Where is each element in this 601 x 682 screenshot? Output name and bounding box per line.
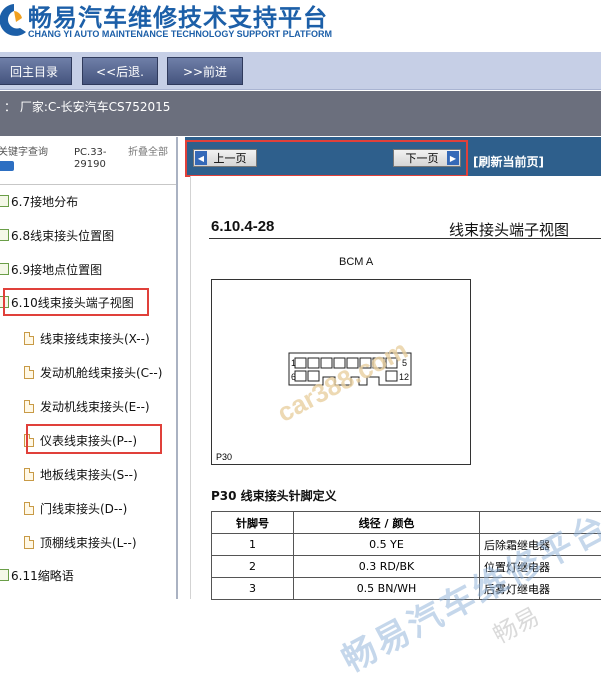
tab-keyword-label: 关键字查询 — [0, 147, 48, 158]
folder-icon — [0, 263, 9, 275]
refresh-page-link[interactable]: [刷新当前页] — [473, 153, 544, 170]
pin-number: 1 — [212, 534, 294, 556]
pin-number: 2 — [212, 556, 294, 578]
brand-logo-icon — [0, 2, 28, 42]
tree-item-label: 6.11缩略语 — [11, 567, 74, 584]
tree-item-grounding[interactable]: 6.7接地分布 — [0, 190, 78, 212]
doc-title-rule — [209, 238, 601, 239]
brand-subtitle: CHANG YI AUTO MAINTENANCE TECHNOLOGY SUP… — [28, 29, 332, 39]
toc-panel: 关键字查询 PC.33-29190 折叠全部 6.7接地分布 6.8线束接头位置… — [0, 137, 178, 599]
tree-item-e-connectors[interactable]: 发动机线束接头(E--) — [24, 395, 150, 417]
document-icon — [24, 502, 34, 515]
folder-icon — [0, 229, 9, 241]
folder-icon — [0, 195, 9, 207]
tree-item-x-connectors[interactable]: 线束接线束接头(X--) — [24, 327, 150, 349]
home-button[interactable]: 回主目录 — [0, 57, 72, 85]
pin-label-6: 6 — [291, 372, 296, 382]
bcm-label: BCM A — [339, 256, 373, 268]
breadcrumb-bar: ： 厂家:C-长安汽车CS752015 — [0, 91, 601, 136]
pin-number: 3 — [212, 578, 294, 600]
highlight-box — [185, 140, 468, 177]
breadcrumb: ： 厂家:C-长安汽车CS752015 — [4, 98, 170, 115]
content-panel: ◀ 上一页 下一页 ▶ [刷新当前页] 6.10.4-28 线束接头端子视图 B… — [185, 137, 601, 599]
toc-tabs: 关键字查询 PC.33-29190 折叠全部 — [0, 137, 176, 185]
pin-definition-heading: P30 线束接头针脚定义 — [211, 487, 337, 504]
tree-item-c-connectors[interactable]: 发动机舱线束接头(C--) — [24, 361, 162, 383]
header: 畅易汽车维修技术支持平台 CHANG YI AUTO MAINTENANCE T… — [0, 0, 601, 52]
doc-title: 线束接头端子视图 — [449, 219, 569, 240]
document-icon — [24, 400, 34, 413]
table-header-wire: 线径 / 颜色 — [294, 512, 480, 534]
tree-item-label: 6.7接地分布 — [11, 193, 78, 210]
tree-item-ground-points[interactable]: 6.9接地点位置图 — [0, 258, 102, 280]
document-page: 6.10.4-28 线束接头端子视图 BCM A 1 6 — [190, 176, 601, 599]
tab-collapse-all[interactable]: 折叠全部 — [128, 147, 168, 159]
tree-item-label: 6.8线束接头位置图 — [11, 227, 114, 244]
table-header-pin: 针脚号 — [212, 512, 294, 534]
back-button[interactable]: <<后退. — [82, 57, 158, 85]
tab-pc-code[interactable]: PC.33-29190 — [74, 147, 122, 171]
doc-section-number: 6.10.4-28 — [211, 218, 274, 235]
tree-item-d-connectors[interactable]: 门线束接头(D--) — [24, 497, 127, 519]
tree-item-abbreviations[interactable]: 6.11缩略语 — [0, 564, 74, 586]
forward-button[interactable]: >>前进 — [167, 57, 243, 85]
tree-item-label: 发动机线束接头(E--) — [40, 398, 150, 415]
folder-icon — [0, 569, 9, 581]
tree-item-connector-location[interactable]: 6.8线束接头位置图 — [0, 224, 114, 246]
document-icon — [24, 366, 34, 379]
search-icon[interactable] — [0, 161, 14, 171]
toolbar: 回主目录 <<后退. >>前进 — [0, 52, 601, 90]
highlight-box — [3, 288, 149, 316]
tree-item-label: 6.9接地点位置图 — [11, 261, 102, 278]
pin-label-12: 12 — [399, 372, 409, 382]
wire-spec: 0.5 YE — [294, 534, 480, 556]
tree-item-label: 地板线束接头(S--) — [40, 466, 138, 483]
document-icon — [24, 468, 34, 481]
highlight-box — [26, 424, 162, 454]
connector-code-label: P30 — [216, 452, 232, 462]
tree-item-label: 发动机舱线束接头(C--) — [40, 364, 162, 381]
document-icon — [24, 536, 34, 549]
tree-item-s-connectors[interactable]: 地板线束接头(S--) — [24, 463, 138, 485]
pin-label-1: 1 — [291, 358, 296, 368]
tree-item-label: 线束接线束接头(X--) — [40, 330, 150, 347]
tree-item-label: 顶棚线束接头(L--) — [40, 534, 137, 551]
tab-keyword-search[interactable]: 关键字查询 — [0, 147, 48, 171]
document-icon — [24, 332, 34, 345]
tree-item-label: 门线束接头(D--) — [40, 500, 127, 517]
pager-bar: ◀ 上一页 下一页 ▶ [刷新当前页] — [185, 137, 601, 176]
tree-item-l-connectors[interactable]: 顶棚线束接头(L--) — [24, 531, 137, 553]
